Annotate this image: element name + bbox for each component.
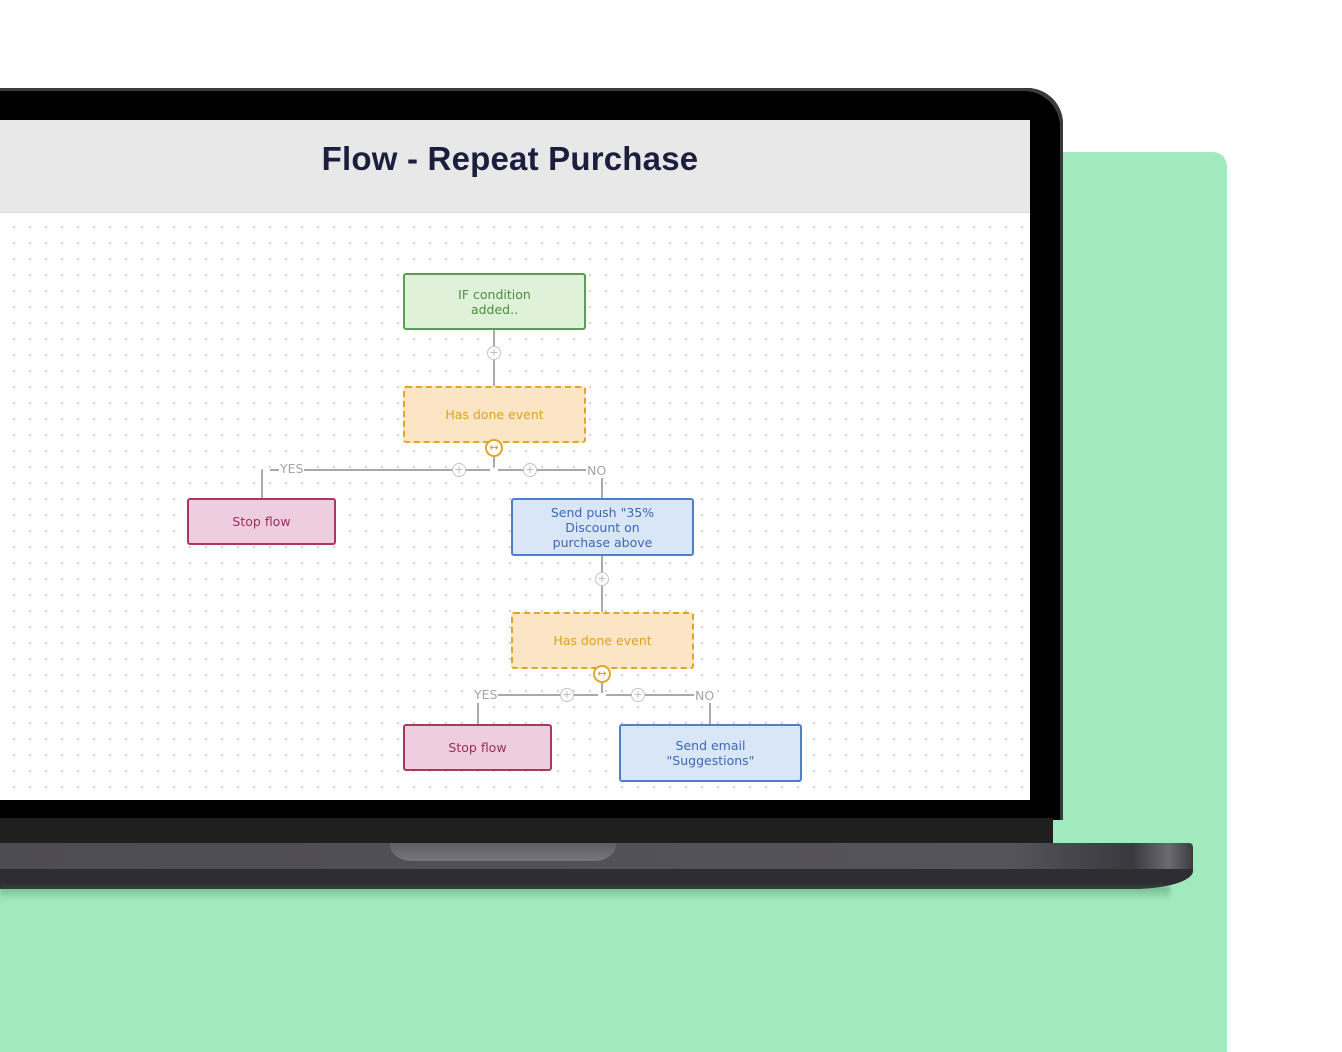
yes-label: YES (473, 687, 499, 702)
laptop-lid-notch (390, 843, 616, 861)
flow-canvas[interactable]: IF condition added.. + Has done event ↔ … (0, 213, 1030, 800)
stop-flow-label: Stop flow (232, 514, 291, 529)
no-label: NO (586, 463, 608, 478)
send-push-node[interactable]: Send push "35% Discount on purchase abov… (511, 498, 694, 556)
has-done-event-node[interactable]: Has done event (511, 612, 694, 669)
branch-stem (493, 457, 495, 467)
screen-header: Flow - Repeat Purchase (0, 120, 1030, 213)
add-yes-step-icon[interactable]: + (452, 463, 466, 477)
branch-stem (601, 683, 603, 693)
yes-branch-drop (477, 703, 479, 724)
branch-toggle-icon[interactable]: ↔ (593, 665, 611, 683)
laptop-screen: Flow - Repeat Purchase IF condition adde… (0, 120, 1030, 800)
add-yes-step-icon[interactable]: + (560, 688, 574, 702)
has-done-event-node[interactable]: Has done event (403, 386, 586, 443)
stop-flow-node[interactable]: Stop flow (403, 724, 552, 771)
send-email-label: Send email "Suggestions" (666, 738, 755, 768)
has-done-event-label: Has done event (553, 633, 652, 648)
yes-branch-drop (261, 469, 263, 498)
yes-label: YES (279, 461, 305, 476)
send-push-label: Send push "35% Discount on purchase abov… (550, 504, 655, 550)
laptop-bezel-bottom (0, 800, 1053, 843)
branch-toggle-icon[interactable]: ↔ (485, 439, 503, 457)
laptop-shadow (0, 886, 1170, 900)
page-title: Flow - Repeat Purchase (321, 140, 699, 177)
has-done-event-label: Has done event (445, 407, 544, 422)
no-branch-drop (709, 703, 711, 724)
add-step-icon[interactable]: + (595, 572, 609, 586)
no-label: NO (694, 688, 716, 703)
if-condition-label: IF condition added.. (458, 286, 531, 317)
add-no-step-icon[interactable]: + (523, 463, 537, 477)
stop-flow-label: Stop flow (448, 740, 507, 755)
stop-flow-node[interactable]: Stop flow (187, 498, 336, 545)
add-step-icon[interactable]: + (487, 346, 501, 360)
if-condition-node[interactable]: IF condition added.. (403, 273, 586, 330)
send-email-node[interactable]: Send email "Suggestions" (619, 724, 802, 782)
add-no-step-icon[interactable]: + (631, 688, 645, 702)
